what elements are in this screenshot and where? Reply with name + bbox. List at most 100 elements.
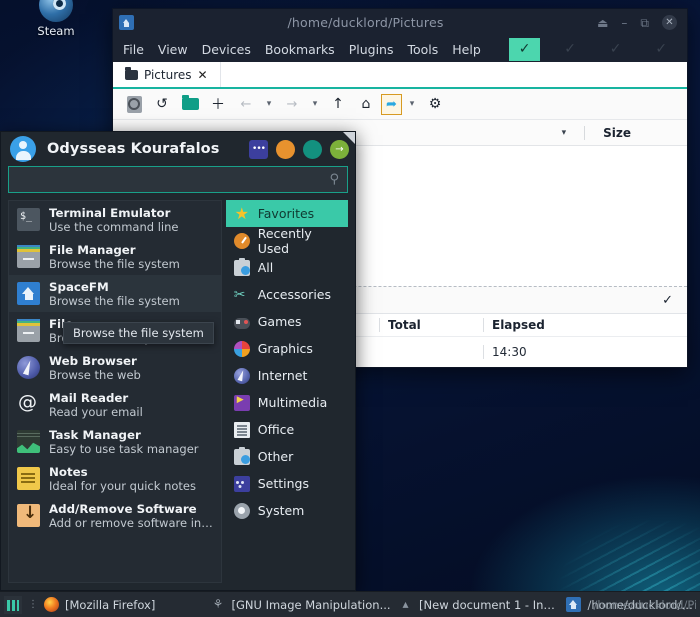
menu-tools[interactable]: Tools xyxy=(407,42,438,57)
category-item-internet[interactable]: Internet xyxy=(226,362,348,389)
tab-close-icon[interactable]: ✕ xyxy=(198,68,208,82)
toolbar[interactable]: ↺ ＋ ← ▾ → ▾ ↑ ⌂ ➦ ▾ ⚙ xyxy=(113,89,687,120)
column-elapsed[interactable]: Elapsed xyxy=(483,318,687,332)
maximize-button[interactable]: ⧉ xyxy=(640,17,649,29)
menu-plugins[interactable]: Plugins xyxy=(349,42,394,57)
menu-bar[interactable]: File View Devices Bookmarks Plugins Tool… xyxy=(113,36,687,62)
refresh-button[interactable]: ↺ xyxy=(149,92,175,116)
category-item-settings[interactable]: Settings xyxy=(226,470,348,497)
panel-toggle-1[interactable]: ✓ xyxy=(509,38,541,61)
folder-icon xyxy=(125,70,138,80)
app-list-item-desc: Browse the web xyxy=(49,368,141,382)
category-item-all[interactable]: All xyxy=(226,254,348,281)
menu-devices[interactable]: Devices xyxy=(202,42,251,57)
category-item-games[interactable]: Games xyxy=(226,308,348,335)
open-with-caret-icon[interactable]: ▾ xyxy=(404,92,420,116)
preferences-button[interactable]: ⚙ xyxy=(422,92,448,116)
app-list-item-name: SpaceFM xyxy=(49,280,180,294)
search-box[interactable]: ⚲ xyxy=(8,166,348,193)
panel-toggle-4[interactable]: ✓ xyxy=(645,38,677,61)
lock-screen-icon[interactable] xyxy=(276,140,295,159)
category-item-label: Graphics xyxy=(258,341,313,356)
minimize-button[interactable]: – xyxy=(621,17,627,29)
graphics-icon xyxy=(234,341,250,357)
taskbar-item-firefox[interactable]: [Mozilla Firefox] xyxy=(44,597,205,612)
menu-body: Terminal EmulatorUse the command lineFil… xyxy=(1,200,355,590)
back-history-caret-icon[interactable]: ▾ xyxy=(261,92,277,116)
app-list-item[interactable]: NotesIdeal for your quick notes xyxy=(9,460,221,497)
settings-icon[interactable]: ••• xyxy=(249,140,268,159)
app-list-item[interactable]: Task ManagerEasy to use task manager xyxy=(9,423,221,460)
start-menu-button[interactable] xyxy=(4,596,22,614)
column-divider xyxy=(584,126,585,140)
category-item-multimedia[interactable]: Multimedia xyxy=(226,389,348,416)
shade-button[interactable]: ⏏ xyxy=(597,17,608,29)
category-item-recently-used[interactable]: Recently Used xyxy=(226,227,348,254)
app-list-item[interactable]: SpaceFMBrowse the file system xyxy=(9,275,221,312)
recent-icon xyxy=(234,233,250,249)
taskbar[interactable]: ⋮ [Mozilla Firefox] ⚘ [GNU Image Manipul… xyxy=(0,591,700,617)
app-list-item-name: Notes xyxy=(49,465,196,479)
window-title: /home/ducklord/Pictures xyxy=(134,15,597,30)
up-button[interactable]: ↑ xyxy=(325,92,351,116)
column-total[interactable]: Total xyxy=(379,318,483,332)
tab-pictures[interactable]: Pictures ✕ xyxy=(113,62,221,87)
category-item-other[interactable]: Other xyxy=(226,443,348,470)
new-tab-button[interactable]: ＋ xyxy=(205,92,231,116)
desktop-icon-steam[interactable]: Steam xyxy=(24,0,88,38)
app-list-item-desc: Browse the file system xyxy=(49,294,180,308)
switch-user-icon[interactable] xyxy=(303,140,322,159)
new-folder-button[interactable] xyxy=(177,92,203,116)
sort-caret-icon[interactable]: ▾ xyxy=(562,128,567,138)
web-icon xyxy=(17,356,40,379)
taskbar-item-label-ghost: /home/ducklord/Pict xyxy=(593,598,696,612)
taskbar-item-file-manager[interactable]: /home/ducklord/Pict /home/ducklord/Pict xyxy=(566,597,696,612)
menu-bookmarks[interactable]: Bookmarks xyxy=(265,42,335,57)
category-item-accessories[interactable]: ✂Accessories xyxy=(226,281,348,308)
show-desktop-icon[interactable]: ⋮ xyxy=(28,600,38,609)
home-button[interactable]: ⌂ xyxy=(353,92,379,116)
open-with-button[interactable]: ➦ xyxy=(381,94,402,115)
net-icon xyxy=(234,368,250,384)
app-list-item-text: Add/Remove SoftwareAdd or remove softwar… xyxy=(49,502,213,530)
category-item-office[interactable]: Office xyxy=(226,416,348,443)
category-item-favorites[interactable]: ★Favorites xyxy=(226,200,348,227)
panel-toggle-2[interactable]: ✓ xyxy=(554,38,586,61)
application-menu[interactable]: Odysseas Kourafalos ••• → ⚲ Terminal Emu… xyxy=(0,131,356,591)
menu-help[interactable]: Help xyxy=(452,42,481,57)
category-item-label: System xyxy=(258,503,305,518)
devices-button[interactable] xyxy=(121,92,147,116)
avatar[interactable] xyxy=(10,136,36,162)
application-list[interactable]: Terminal EmulatorUse the command lineFil… xyxy=(8,200,222,583)
tab-strip[interactable]: Pictures ✕ xyxy=(113,62,687,89)
spacefm-icon xyxy=(17,282,40,305)
notes-icon xyxy=(17,467,40,490)
window-titlebar[interactable]: /home/ducklord/Pictures ⏏ – ⧉ ✕ xyxy=(113,9,687,36)
menu-file[interactable]: File xyxy=(123,42,144,57)
app-list-item[interactable]: Mail ReaderRead your email xyxy=(9,386,221,423)
category-list[interactable]: ★FavoritesRecently UsedAll✂AccessoriesGa… xyxy=(222,200,348,583)
menu-view[interactable]: View xyxy=(158,42,188,57)
app-list-item[interactable]: Add/Remove SoftwareAdd or remove softwar… xyxy=(9,497,221,534)
app-list-item[interactable]: Web BrowserBrowse the web xyxy=(9,349,221,386)
taskbar-item-inkscape[interactable]: ▴ [New document 1 - Inksca... xyxy=(398,597,560,612)
steam-icon xyxy=(39,0,73,22)
taskbar-item-gimp[interactable]: ⚘ [GNU Image Manipulation... xyxy=(211,597,393,612)
transfer-ok-icon[interactable]: ✓ xyxy=(662,293,673,308)
search-input[interactable] xyxy=(17,173,329,187)
app-list-item[interactable]: Terminal EmulatorUse the command line xyxy=(9,201,221,238)
close-button[interactable]: ✕ xyxy=(662,15,677,30)
all-icon xyxy=(234,260,250,276)
folder-green-icon xyxy=(182,98,199,110)
category-item-system[interactable]: System xyxy=(226,497,348,524)
column-size-header[interactable]: Size xyxy=(603,126,631,140)
category-item-graphics[interactable]: Graphics xyxy=(226,335,348,362)
panel-toggle-3[interactable]: ✓ xyxy=(600,38,632,61)
back-button[interactable]: ← xyxy=(233,92,259,116)
category-item-label: Other xyxy=(258,449,294,464)
forward-button[interactable]: → xyxy=(279,92,305,116)
window-app-icon xyxy=(119,15,134,30)
forward-history-caret-icon[interactable]: ▾ xyxy=(307,92,323,116)
app-list-item[interactable]: File ManagerBrowse the file system xyxy=(9,238,221,275)
resize-grip[interactable] xyxy=(343,132,355,144)
